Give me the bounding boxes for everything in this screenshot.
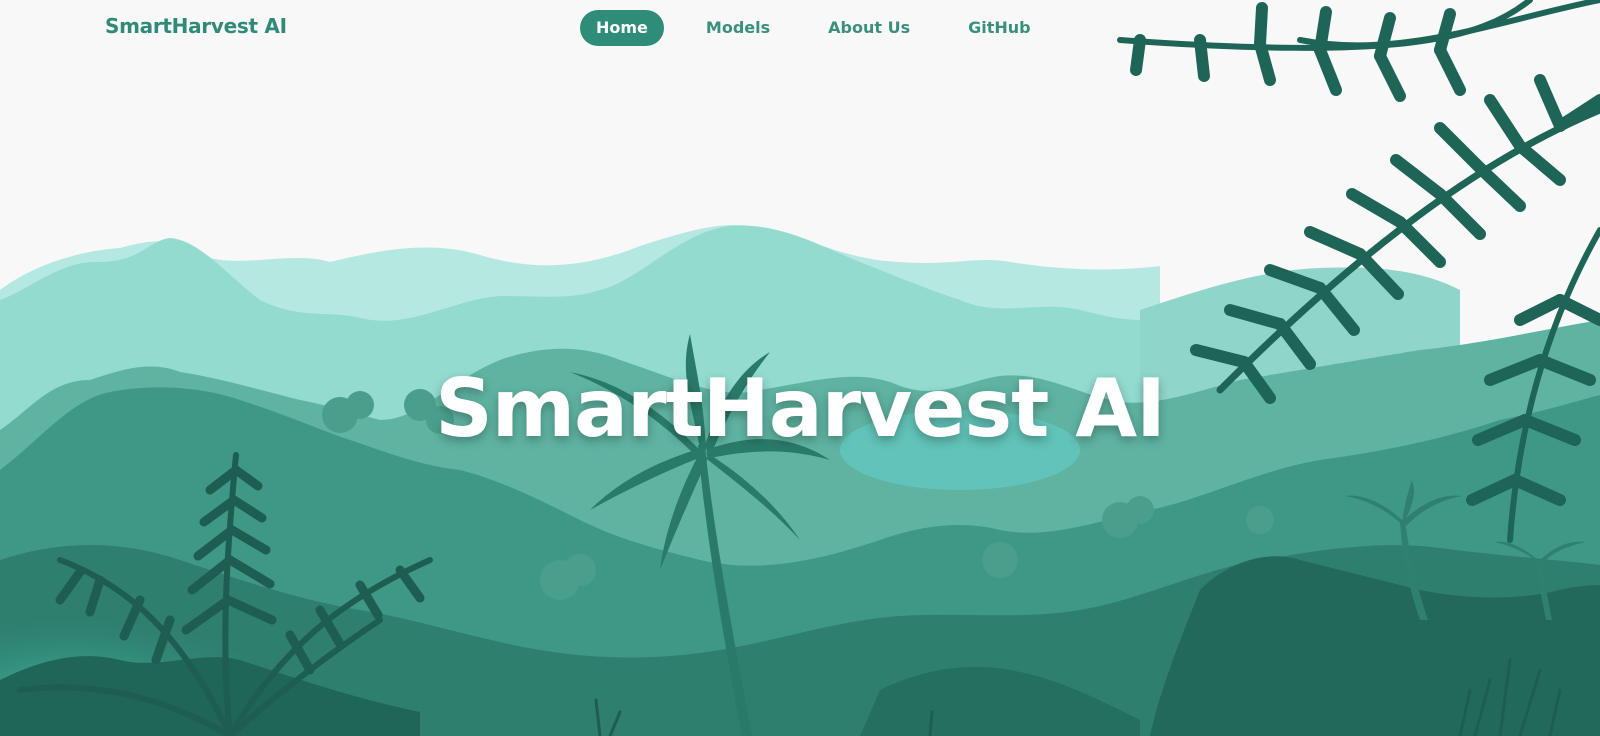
hero-title: SmartHarvest AI [435,362,1166,455]
nav-link-github[interactable]: GitHub [952,10,1047,46]
main-nav: Home Models About Us GitHub [580,10,1073,46]
brand-logo[interactable]: SmartHarvest AI [105,14,287,38]
nav-link-models[interactable]: Models [690,10,786,46]
navbar: SmartHarvest AI Home Models About Us Git… [0,0,1600,56]
nav-link-about-us[interactable]: About Us [812,10,926,46]
page: SmartHarvest AI Home Models About Us Git… [0,0,1600,736]
nav-link-home[interactable]: Home [580,10,664,46]
